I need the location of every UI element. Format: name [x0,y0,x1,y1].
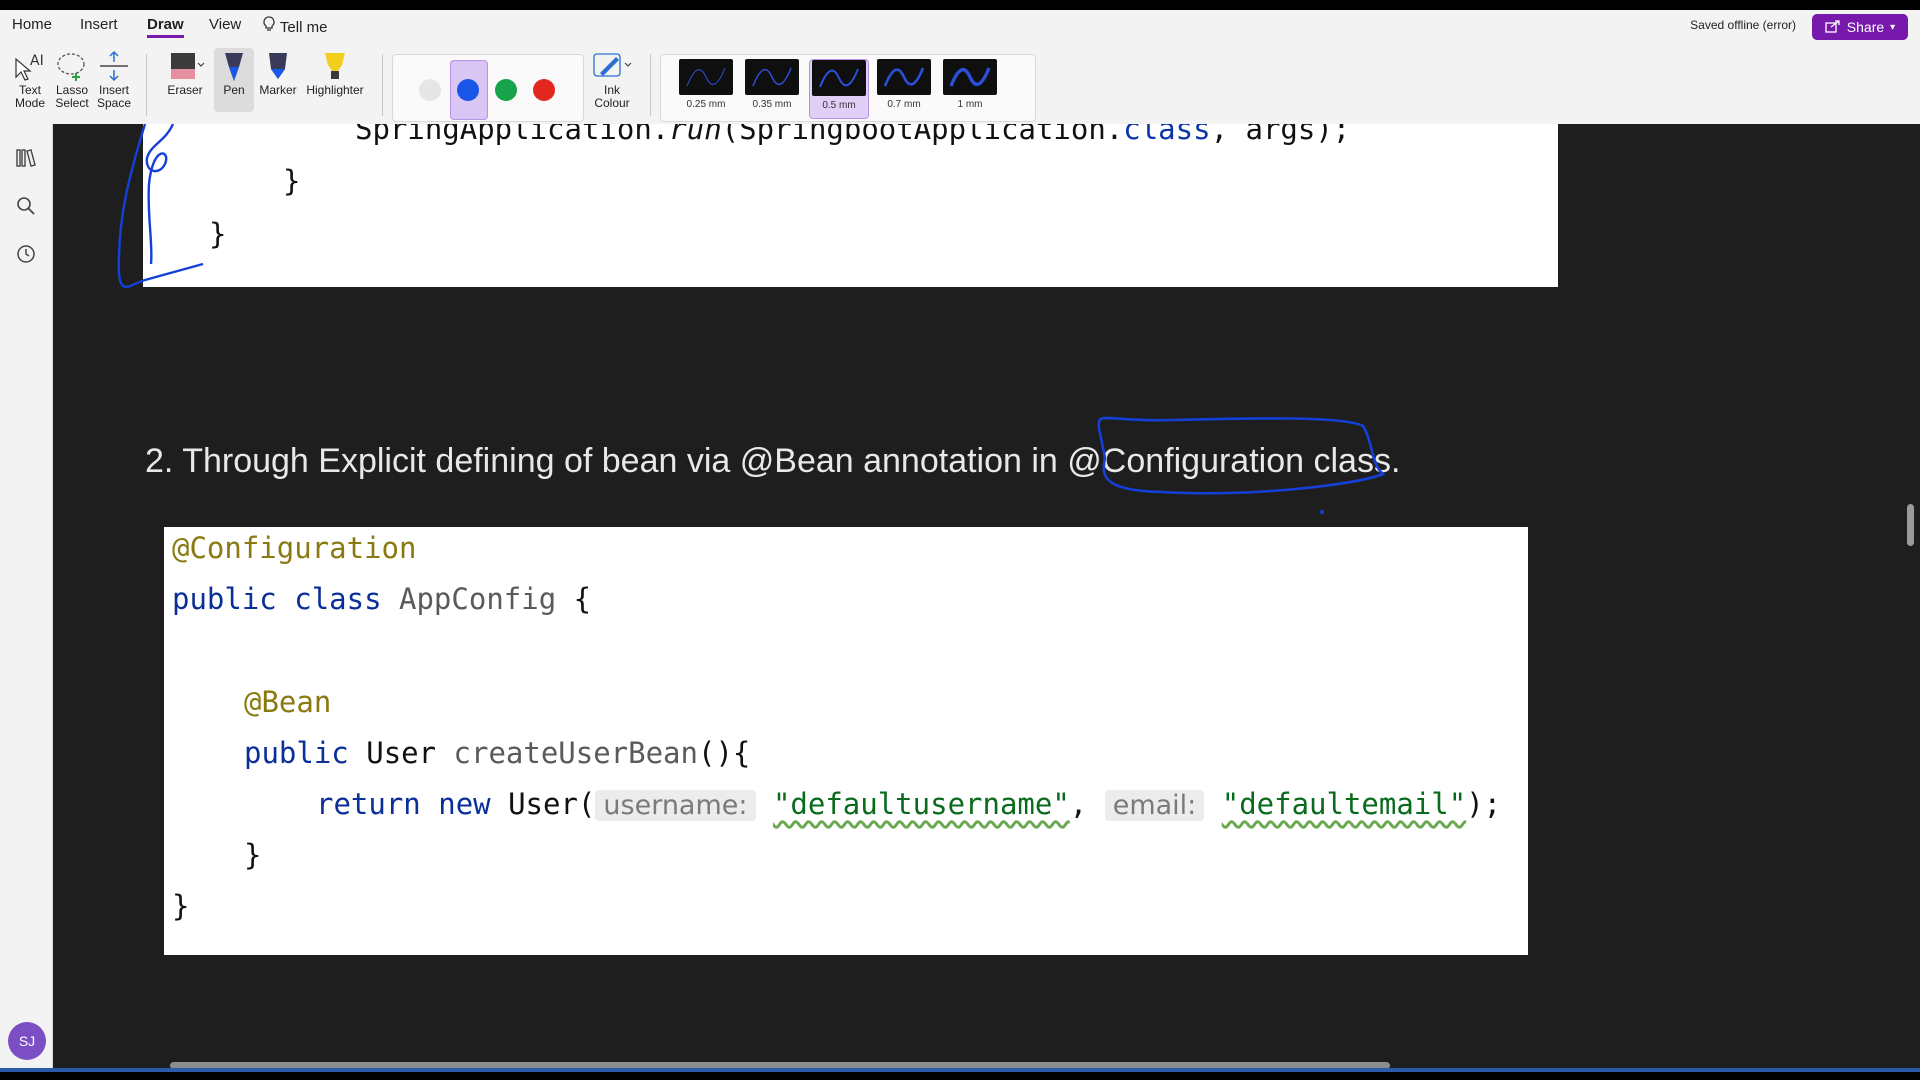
insert-space-tool[interactable]: Insert Space [94,48,134,110]
tab-draw[interactable]: Draw [147,16,184,38]
ribbon-divider [382,54,383,116]
swatch-light-gray[interactable] [419,79,441,101]
insert-space-label-2: Space [96,96,132,110]
thickness-label: 0.25 mm [686,99,726,110]
pen-thickness-options: 0.25 mm 0.35 mm 0.5 mm 0.7 mm 1 mm [660,54,1036,122]
vertical-scrollbar[interactable] [1907,504,1914,546]
tell-me-search[interactable]: Tell me [262,16,327,36]
section-heading: 2. Through Explicit defining of bean via… [145,442,1401,480]
text-mode-tool[interactable]: AI Text Mode [10,48,50,110]
thickness-label: 0.5 mm [822,100,856,111]
stroke-preview-icon [877,59,931,95]
text-mode-label-2: Mode [14,96,46,110]
lasso-icon [54,48,90,84]
ink-colour-label-2: Colour [594,96,630,110]
eraser-tool[interactable]: Eraser [160,48,210,97]
thickness-label: 0.35 mm [752,99,792,110]
ribbon-divider [650,54,651,116]
thickness-0-7mm[interactable]: 0.7 mm [875,59,933,117]
insert-space-icon [96,48,132,84]
lasso-select-label-2: Select [55,96,89,110]
swatch-red[interactable] [533,79,555,101]
swatch-blue[interactable] [457,79,479,101]
code-annotation-bean: @Bean [244,685,332,719]
thickness-1mm[interactable]: 1 mm [941,59,999,117]
code-snippet-top: SpringApplication.run(SpringbootApplicat… [143,124,1558,287]
library-icon[interactable] [14,146,38,170]
left-sidebar: SJ [0,124,53,1072]
thickness-0-25mm[interactable]: 0.25 mm [677,59,735,117]
onenote-window: Home Insert Draw View Tell me Saved offl… [0,10,1920,1072]
tab-view[interactable]: View [209,16,241,33]
param-hint-email: email: [1104,790,1205,821]
chevron-down-icon: ▾ [1890,21,1896,33]
lasso-select-tool[interactable]: Lasso Select [52,48,92,110]
menu-bar: Home Insert Draw View Tell me Saved offl… [0,10,1920,40]
pen-tool[interactable]: Pen [214,48,254,112]
stroke-preview-icon [812,60,866,96]
code-line-close-class: } [172,889,190,923]
search-icon[interactable] [14,194,38,218]
ink-dot [1320,510,1324,514]
thickness-0-35mm[interactable]: 0.35 mm [743,59,801,117]
tab-home[interactable]: Home [12,16,52,33]
marker-icon [263,48,293,84]
taskbar-accent-strip [0,1068,1920,1072]
history-icon[interactable] [14,242,38,266]
pen-icon [219,48,249,84]
eraser-label: Eraser [167,83,203,97]
pen-label: Pen [223,83,245,97]
svg-text:AI: AI [30,53,44,69]
stroke-preview-icon [943,59,997,95]
eraser-icon [165,48,205,84]
avatar[interactable]: SJ [8,1022,46,1060]
code-line-return: return new User(username: "defaultuserna… [316,787,1502,821]
code-line-run: SpringApplication.run(SpringbootApplicat… [355,124,1351,146]
tab-insert[interactable]: Insert [80,16,118,33]
ink-colour-tool[interactable]: Ink Colour [584,48,640,110]
ink-colour-icon [590,48,634,84]
tell-me-label: Tell me [279,19,328,36]
thickness-label: 0.7 mm [887,99,921,110]
swatch-green[interactable] [495,79,517,101]
ribbon: Home Insert Draw View Tell me Saved offl… [0,10,1920,125]
ribbon-divider [146,54,147,116]
share-icon [1825,19,1841,36]
stroke-preview-icon [679,59,733,95]
text-cursor-icon: AI [12,48,48,84]
code-annotation-configuration: @Configuration [172,531,417,565]
code-line-method-decl: public User createUserBean(){ [244,736,751,770]
param-hint-username: username: [595,790,756,821]
color-swatches [392,54,584,122]
save-status: Saved offline (error) [1690,18,1796,32]
code-line-close-method: } [244,838,262,872]
stroke-preview-icon [745,59,799,95]
lightbulb-icon [262,16,280,36]
highlighter-label: Highlighter [306,83,364,97]
share-button[interactable]: Share ▾ [1812,14,1908,40]
share-label: Share [1846,19,1885,35]
thickness-label: 1 mm [957,99,983,110]
highlighter-tool[interactable]: Highlighter [302,48,368,97]
code-line-class-decl: public class AppConfig { [172,582,592,616]
marker-label: Marker [259,83,297,97]
thickness-0-5mm[interactable]: 0.5 mm [809,59,869,119]
marker-tool[interactable]: Marker [258,48,298,97]
code-snippet-appconfig: @Configuration public class AppConfig { … [164,527,1528,955]
code-line-brace-outer: } [209,217,227,251]
highlighter-icon [320,48,350,84]
note-canvas[interactable]: SpringApplication.run(SpringbootApplicat… [53,124,1920,1072]
code-line-brace-inner: } [283,164,301,198]
